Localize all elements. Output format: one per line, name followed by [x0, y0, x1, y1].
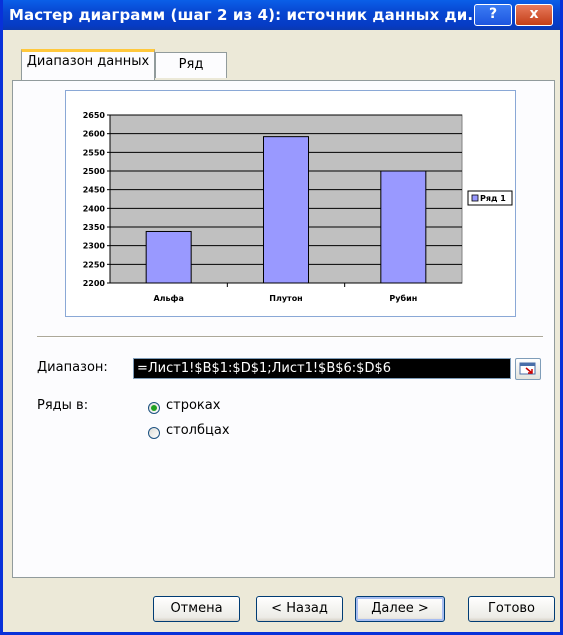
cancel-button[interactable]: Отмена — [153, 596, 240, 622]
bar — [263, 136, 309, 284]
window-title: Мастер диаграмм (шаг 2 из 4): источник д… — [9, 6, 485, 24]
series-in-label: Ряды в: — [37, 398, 89, 413]
x-tick-label: Рубин — [389, 293, 417, 303]
collapse-dialog-icon — [519, 362, 536, 375]
help-button[interactable]: ? — [474, 4, 512, 26]
radio-rows[interactable] — [148, 402, 160, 414]
chart-preview: 2200 2250 2300 2350 2400 2450 2500 2550 2600 2650… — [65, 90, 516, 317]
radio-selected-dot — [151, 405, 157, 411]
x-tick-label: Альфа — [153, 294, 183, 303]
tab-data-range[interactable]: Диапазон данных — [21, 49, 155, 80]
tab-series[interactable]: Ряд — [155, 52, 227, 78]
bar — [145, 230, 192, 284]
chart-wizard-dialog: Мастер диаграмм (шаг 2 из 4): источник д… — [0, 0, 563, 635]
close-button[interactable]: x — [515, 4, 553, 26]
y-tick-label: 2650 — [83, 111, 106, 120]
finish-button[interactable]: Готово — [468, 596, 555, 622]
range-label: Диапазон: — [37, 360, 108, 375]
y-tick-label: 2550 — [83, 148, 106, 157]
columns-option-label[interactable]: столбцах — [166, 423, 230, 438]
y-tick-label: 2250 — [83, 260, 106, 269]
range-input[interactable]: =Лист1!$B$1:$D$1;Лист1!$B$6:$D$6 — [133, 358, 511, 379]
collapse-dialog-button[interactable] — [515, 358, 541, 380]
y-tick-label: 2350 — [83, 223, 106, 232]
separator — [37, 336, 543, 338]
y-tick-label: 2450 — [83, 186, 106, 195]
title-bar[interactable]: Мастер диаграмм (шаг 2 из 4): источник д… — [3, 0, 560, 30]
y-tick-label: 2300 — [83, 242, 106, 251]
back-button[interactable]: < Назад — [256, 596, 343, 622]
y-tick-label: 2400 — [83, 204, 106, 213]
bar — [380, 170, 427, 284]
x-tick-label: Плутон — [269, 294, 302, 303]
y-tick-label: 2200 — [83, 279, 106, 288]
legend-label: Ряд 1 — [480, 194, 506, 203]
rows-option-label[interactable]: строках — [166, 398, 220, 413]
radio-columns[interactable] — [148, 427, 160, 439]
y-tick-label: 2600 — [83, 130, 106, 139]
y-tick-label: 2500 — [83, 167, 106, 176]
chart-svg: 2200 2250 2300 2350 2400 2450 2500 2550 2600 2650… — [83, 111, 513, 303]
legend-swatch — [471, 194, 479, 202]
next-button[interactable]: Далее > — [355, 596, 445, 622]
